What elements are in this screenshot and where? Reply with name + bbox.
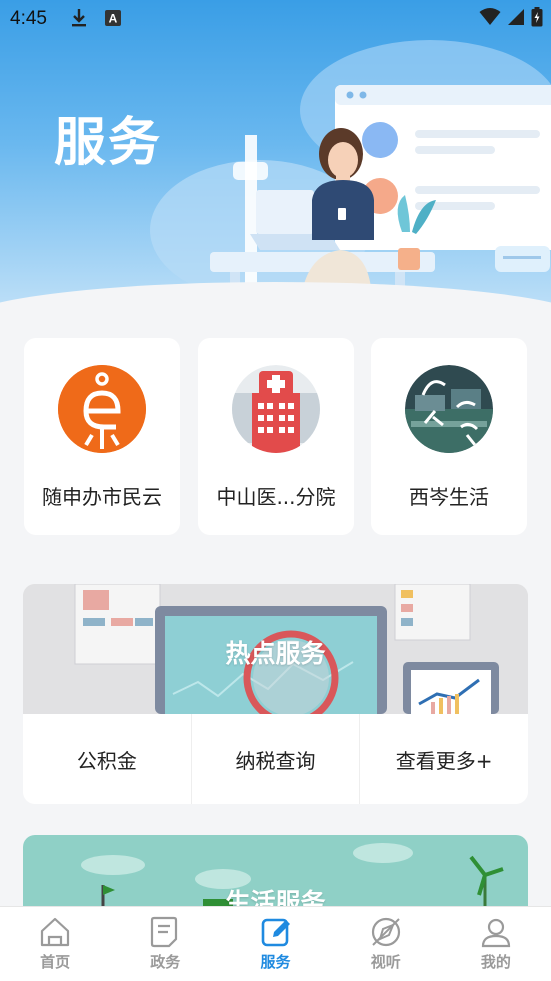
app-label: 中山医...分院 bbox=[216, 485, 336, 509]
xicen-logo bbox=[405, 365, 493, 453]
status-bar: 4:45 A bbox=[0, 0, 551, 38]
nav-profile[interactable]: 我的 bbox=[441, 907, 551, 981]
app-notification-icon: A bbox=[104, 9, 122, 31]
status-icons bbox=[479, 7, 543, 27]
nav-media[interactable]: 视听 bbox=[331, 907, 441, 981]
document-icon bbox=[151, 916, 178, 948]
suishenban-logo bbox=[58, 365, 146, 453]
page-title: 服务 bbox=[54, 113, 163, 173]
home-icon bbox=[40, 917, 70, 947]
hot-services-row: 公积金 纳税查询 查看更多+ bbox=[23, 714, 528, 804]
nav-label: 首页 bbox=[40, 953, 71, 971]
bottom-nav: 首页 政务 服务 视听 我的 bbox=[0, 906, 551, 981]
service-tax-query[interactable]: 纳税查询 bbox=[192, 714, 361, 804]
hot-services-card: 热点服务 公积金 纳税查询 查看更多+ bbox=[23, 584, 528, 804]
signal-icon bbox=[508, 9, 524, 25]
app-label: 西岑生活 bbox=[409, 485, 489, 509]
nav-label: 我的 bbox=[480, 953, 511, 971]
nav-label: 视听 bbox=[370, 953, 401, 971]
hospital-logo bbox=[232, 365, 320, 453]
battery-icon bbox=[531, 7, 543, 27]
app-card-suishenban[interactable]: 随申办市民云 bbox=[24, 338, 180, 535]
edit-icon bbox=[261, 918, 290, 947]
wifi-icon bbox=[479, 8, 501, 25]
user-icon bbox=[481, 918, 511, 948]
nav-label: 服务 bbox=[260, 953, 291, 971]
service-view-more[interactable]: 查看更多+ bbox=[360, 714, 528, 804]
hot-services-title: 热点服务 bbox=[225, 639, 326, 668]
hot-services-banner[interactable]: 热点服务 bbox=[23, 584, 528, 714]
app-label: 随申办市民云 bbox=[42, 485, 162, 509]
download-icon bbox=[70, 8, 88, 32]
app-card-xicen-life[interactable]: 西岑生活 bbox=[371, 338, 527, 535]
app-card-zhongshan-hospital[interactable]: 中山医...分院 bbox=[198, 338, 354, 535]
nav-government[interactable]: 政务 bbox=[110, 907, 220, 981]
header-banner: 服务 bbox=[0, 0, 551, 320]
a-badge-text: A bbox=[109, 12, 118, 26]
status-time: 4:45 bbox=[10, 8, 47, 29]
nav-services[interactable]: 服务 bbox=[220, 907, 330, 981]
service-housing-fund[interactable]: 公积金 bbox=[23, 714, 192, 804]
nav-label: 政务 bbox=[150, 953, 181, 971]
compass-icon bbox=[371, 917, 400, 947]
nav-home[interactable]: 首页 bbox=[0, 907, 110, 981]
